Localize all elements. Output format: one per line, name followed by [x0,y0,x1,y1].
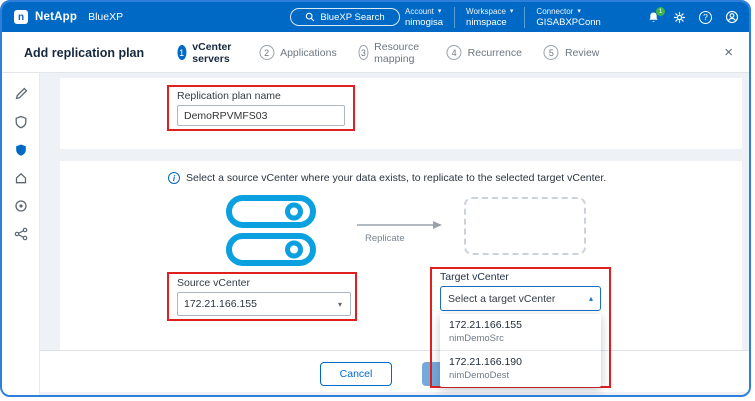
close-wizard-button[interactable]: × [724,32,733,73]
step-label: Applications [280,47,337,59]
plan-name-input[interactable] [177,105,345,126]
left-sidebar [2,73,40,395]
arrow-right-icon [357,219,443,231]
bluexp-search-button[interactable]: BlueXP Search [290,8,400,26]
target-option-2[interactable]: 172.21.166.190 nimDemoDest [440,351,601,387]
edit-icon [14,87,28,101]
wizard-footer: Cancel Next [40,350,749,392]
settings-button[interactable] [673,11,686,24]
step-number: 2 [259,45,274,60]
sidebar-item-share[interactable] [8,225,34,242]
connector-selector[interactable]: Connector GISABXPConn [524,7,611,28]
step-applications[interactable]: 2 Applications [259,45,337,60]
workspace-label: Workspace [466,7,513,16]
cancel-button[interactable]: Cancel [320,362,392,386]
share-icon [14,227,28,241]
user-menu-button[interactable] [725,10,739,24]
info-row: Select a source vCenter where your data … [168,172,606,184]
workspace-selector[interactable]: Workspace nimspace [454,7,524,28]
annotation-target-vcenter: Target vCenter Select a target vCenter 1… [430,267,611,388]
servers-icon [225,194,317,270]
search-label: BlueXP Search [320,12,384,23]
wizard-stepper: 1 vCenter servers 2 Applications 3 Resou… [177,32,599,73]
page-title: Add replication plan [24,32,144,73]
step-number: 3 [359,45,368,60]
target-placeholder-box [464,197,586,255]
step-number: 1 [177,45,186,60]
target-vcenter-placeholder: Select a target vCenter [448,293,555,305]
step-label: Recurrence [468,47,522,59]
search-icon [305,12,315,22]
annotation-source-vcenter: Source vCenter 172.21.166.155 [167,272,357,321]
info-icon [168,172,180,184]
account-selector[interactable]: Account nimogisa [394,7,454,28]
account-label: Account [405,7,443,16]
annotation-plan-name: Replication plan name [167,85,355,131]
target-option-1[interactable]: 172.21.166.155 nimDemoSrc [440,314,601,350]
step-recurrence[interactable]: 4 Recurrence [447,45,522,60]
sidebar-item-home[interactable] [8,169,34,186]
step-label: Review [565,47,599,59]
plan-name-card: Replication plan name [60,78,742,149]
target-option-ip: 172.21.166.190 [449,356,592,368]
header-icons: 1 [647,2,739,32]
source-servers-illustration [225,194,317,275]
gear-icon [673,11,686,24]
brand-name: NetApp [35,11,77,23]
step-resource-mapping[interactable]: 3 Resource mapping [359,41,425,65]
step-number: 4 [447,45,462,60]
brand: n NetApp BlueXP [14,2,123,32]
top-bar: n NetApp BlueXP BlueXP Search Account ni… [2,2,749,32]
help-button[interactable] [699,11,712,24]
source-vcenter-label: Source vCenter [177,277,250,289]
source-vcenter-select[interactable]: 172.21.166.155 [177,292,351,316]
step-label: vCenter servers [192,41,237,65]
shield-icon [14,115,28,129]
notification-badge: 1 [656,7,665,16]
protection-shield-icon [14,143,28,157]
user-icon [725,10,739,24]
step-vcenter-servers[interactable]: 1 vCenter servers [177,41,237,65]
connector-value: GISABXPConn [536,17,600,28]
notifications-button[interactable]: 1 [647,11,660,24]
target-icon [14,199,28,213]
sidebar-item-target[interactable] [8,197,34,214]
sidebar-item-edit[interactable] [8,85,34,102]
target-option-name: nimDemoDest [449,370,592,381]
product-name: BlueXP [88,11,123,23]
source-vcenter-value: 172.21.166.155 [184,298,257,310]
sidebar-item-protection-active[interactable] [8,141,34,158]
header-context-groups: Account nimogisa Workspace nimspace Conn… [394,2,612,32]
step-label: Resource mapping [374,41,425,65]
account-value: nimogisa [405,17,443,28]
vcenter-selection-card: Select a source vCenter where your data … [60,161,742,350]
replicate-label: Replicate [365,233,405,244]
step-review[interactable]: 5 Review [544,45,599,60]
chevron-down-icon [338,300,342,309]
home-icon [14,171,28,185]
target-vcenter-select[interactable]: Select a target vCenter [440,286,601,311]
step-number: 5 [544,45,559,60]
workspace-value: nimspace [466,17,513,28]
target-option-ip: 172.21.166.155 [449,319,592,331]
connector-label: Connector [536,7,600,16]
wizard-title-bar: Add replication plan 1 vCenter servers 2… [2,32,749,73]
info-text: Select a source vCenter where your data … [186,172,606,184]
chevron-up-icon [589,294,593,303]
target-vcenter-menu: 172.21.166.155 nimDemoSrc 172.21.166.190… [440,314,601,387]
target-vcenter-label: Target vCenter [440,271,509,283]
sidebar-item-shield[interactable] [8,113,34,130]
plan-name-label: Replication plan name [177,90,281,102]
netapp-logo-icon: n [14,10,28,24]
bluexp-window: n NetApp BlueXP BlueXP Search Account ni… [0,0,751,397]
target-option-name: nimDemoSrc [449,333,592,344]
help-icon [699,11,712,24]
